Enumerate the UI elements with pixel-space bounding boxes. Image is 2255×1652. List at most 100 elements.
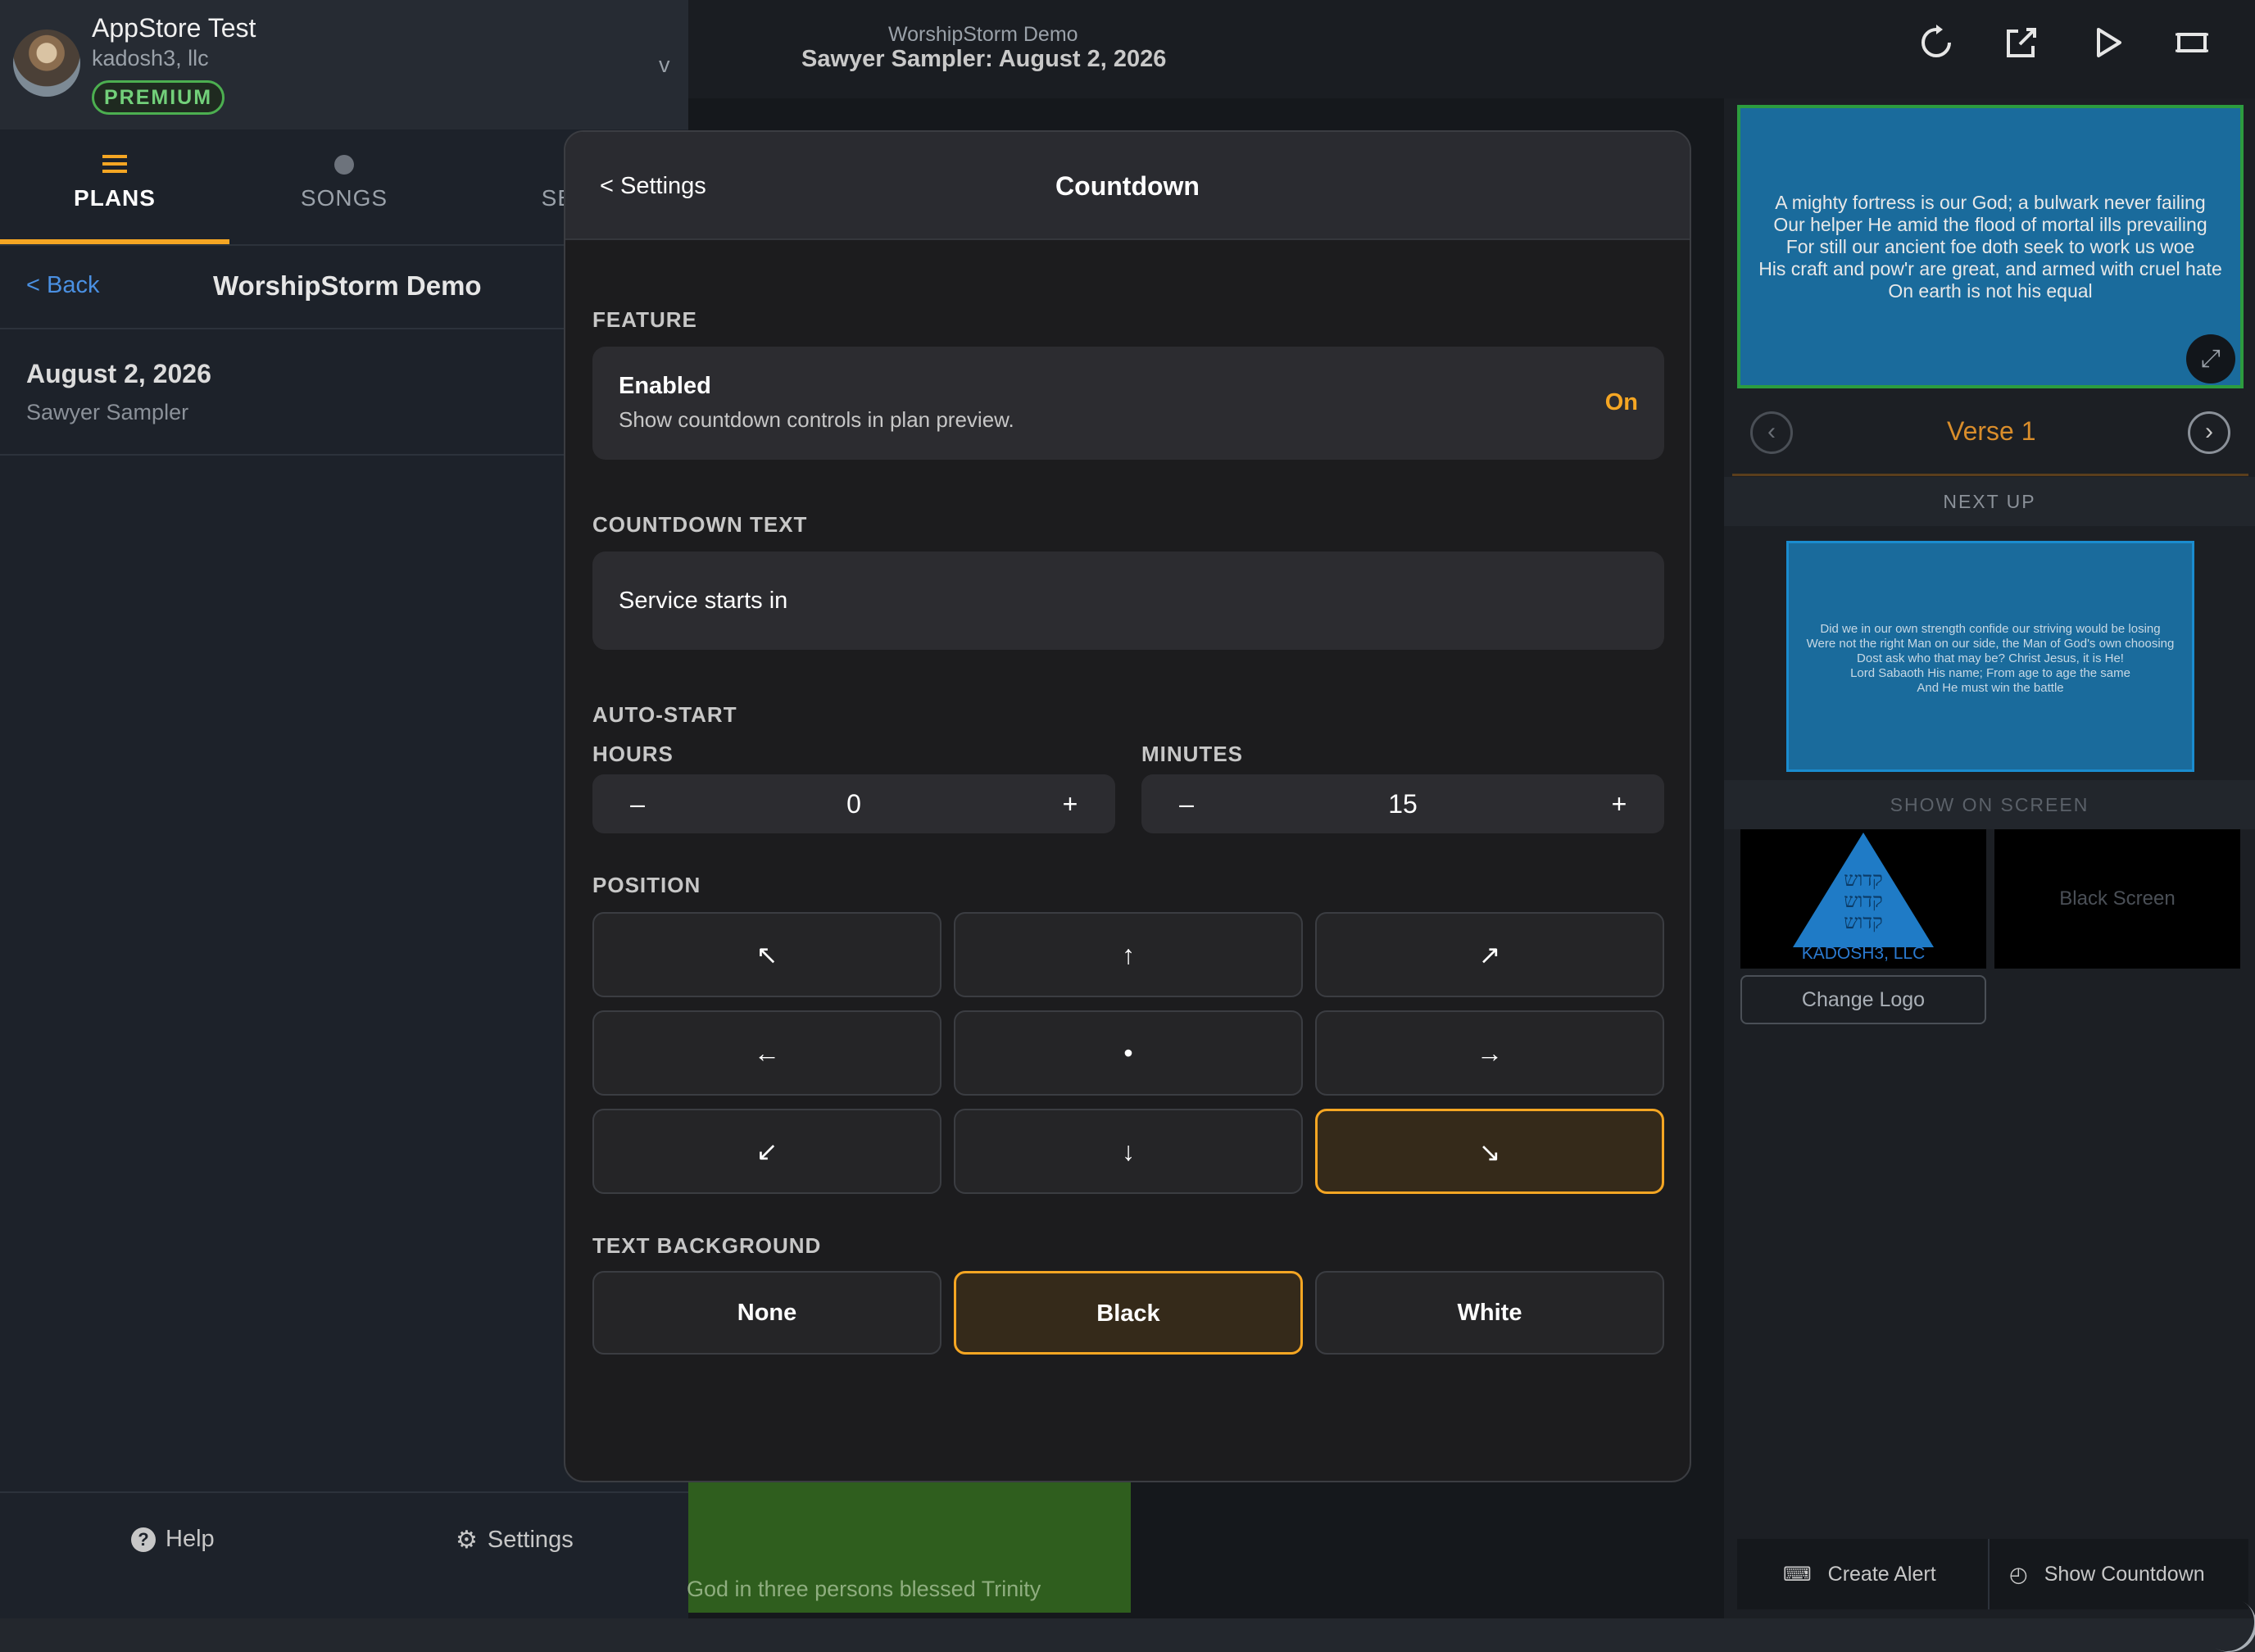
countdown-text-label: COUNTDOWN TEXT bbox=[592, 512, 808, 537]
account-name: AppStore Test bbox=[92, 13, 256, 43]
lyric-line: On earth is not his equal bbox=[1888, 280, 2093, 302]
enabled-state[interactable]: On bbox=[1605, 389, 1638, 416]
position-bottom-left-button[interactable]: ↙ bbox=[592, 1109, 941, 1194]
account-org: kadosh3, llc bbox=[92, 46, 209, 70]
create-alert-button[interactable]: ⌨ Create Alert bbox=[1783, 1539, 1936, 1609]
lyric-line: And He must win the battle bbox=[1917, 681, 2064, 695]
show-on-screen-header: SHOW ON SCREEN bbox=[1724, 780, 2255, 829]
logo-hebrew-line: קדוש bbox=[1844, 889, 1883, 912]
bottom-strip bbox=[0, 1618, 2255, 1652]
text-background-label: TEXT BACKGROUND bbox=[592, 1233, 822, 1258]
help-icon: ? bbox=[131, 1527, 156, 1552]
top-bar-subtitle: WorshipStorm Demo bbox=[888, 23, 1078, 46]
hours-decrement-button[interactable]: – bbox=[592, 774, 683, 833]
enabled-toggle-row[interactable]: Enabled Show countdown controls in plan … bbox=[592, 347, 1664, 460]
create-alert-label: Create Alert bbox=[1827, 1562, 1936, 1586]
position-top-left-button[interactable]: ↖ bbox=[592, 912, 941, 997]
external-edit-icon[interactable] bbox=[2001, 25, 2042, 66]
divider bbox=[0, 454, 574, 456]
hours-increment-button[interactable]: + bbox=[1025, 774, 1115, 833]
minutes-label: MINUTES bbox=[1141, 742, 1243, 766]
lyric-line: Dost ask who that may be? Christ Jesus, … bbox=[1857, 651, 2124, 665]
divider bbox=[1732, 474, 2248, 476]
position-top-center-button[interactable]: ↑ bbox=[954, 912, 1303, 997]
lyric-line: Lord Sabaoth His name; From age to age t… bbox=[1850, 666, 2130, 680]
live-slide-text: A mighty fortress is our God; a bulwark … bbox=[1740, 192, 2240, 302]
enabled-title: Enabled bbox=[619, 373, 711, 399]
keyboard-icon: ⌨ bbox=[1783, 1563, 1812, 1586]
change-logo-button[interactable]: Change Logo bbox=[1740, 975, 1986, 1024]
modal-title: Countdown bbox=[1055, 171, 1200, 201]
position-bottom-center-button[interactable]: ↓ bbox=[954, 1109, 1303, 1194]
black-screen-tile[interactable]: Black Screen bbox=[1994, 829, 2240, 969]
settings-button[interactable]: ⚙ Settings bbox=[456, 1526, 574, 1554]
account-header[interactable]: AppStore Test kadosh3, llc PREMIUM v bbox=[0, 0, 688, 129]
screen-icon[interactable] bbox=[2171, 25, 2212, 66]
back-link[interactable]: < Back bbox=[26, 272, 99, 299]
hours-value[interactable]: 0 bbox=[683, 774, 1025, 833]
expand-icon[interactable]: ⤢ bbox=[2186, 334, 2235, 384]
premium-badge: PREMIUM bbox=[92, 80, 225, 115]
avatar bbox=[13, 30, 80, 97]
text-bg-white-button[interactable]: White bbox=[1315, 1271, 1664, 1355]
position-middle-right-button[interactable]: → bbox=[1315, 1010, 1664, 1096]
dot-icon bbox=[229, 148, 459, 182]
tab-songs[interactable]: SONGS bbox=[229, 129, 459, 246]
countdown-text-input[interactable]: Service starts in bbox=[592, 551, 1664, 650]
slide-thumbnail-text: God in three persons blessed Trinity bbox=[687, 1577, 1041, 1601]
position-middle-left-button[interactable]: ← bbox=[592, 1010, 941, 1096]
show-countdown-label: Show Countdown bbox=[2044, 1562, 2205, 1586]
hours-label: HOURS bbox=[592, 742, 674, 766]
text-bg-black-button[interactable]: Black bbox=[954, 1271, 1303, 1355]
next-slide-text: Did we in our own strength confide our s… bbox=[1789, 622, 2192, 696]
minutes-decrement-button[interactable]: – bbox=[1141, 774, 1232, 833]
minutes-increment-button[interactable]: + bbox=[1574, 774, 1664, 833]
logo-hebrew-text: קדוש קדוש קדוש bbox=[1790, 869, 1937, 933]
sidebar-footer: ? Help ⚙ Settings bbox=[0, 1491, 688, 1590]
plan-name[interactable]: Sawyer Sampler bbox=[26, 400, 188, 425]
minutes-stepper: – 15 + bbox=[1141, 774, 1664, 833]
help-label: Help bbox=[166, 1526, 215, 1552]
chevron-down-icon[interactable]: v bbox=[659, 52, 670, 78]
tab-label: SONGS bbox=[300, 185, 388, 211]
plan-list-title: WorshipStorm Demo bbox=[213, 270, 482, 301]
logo-tile[interactable]: קדוש קדוש קדוש KADOSH3, LLC bbox=[1740, 829, 1986, 969]
lyric-line: Did we in our own strength confide our s… bbox=[1820, 622, 2161, 636]
modal-header: < Settings Countdown bbox=[565, 132, 1690, 240]
countdown-modal: < Settings Countdown FEATURE Enabled Sho… bbox=[564, 130, 1691, 1482]
next-up-header: NEXT UP bbox=[1724, 477, 2255, 526]
lyric-line: A mighty fortress is our God; a bulwark … bbox=[1775, 192, 2206, 213]
lyric-line: His craft and pow'r are great, and armed… bbox=[1758, 258, 2222, 279]
position-bottom-right-button[interactable]: ↘ bbox=[1315, 1109, 1664, 1194]
refresh-icon[interactable] bbox=[1916, 25, 1957, 66]
minutes-value[interactable]: 15 bbox=[1232, 774, 1574, 833]
play-icon[interactable] bbox=[2088, 25, 2129, 66]
help-button[interactable]: ? Help bbox=[131, 1526, 215, 1553]
position-top-right-button[interactable]: ↗ bbox=[1315, 912, 1664, 997]
auto-start-label: AUTO-START bbox=[592, 702, 737, 727]
enabled-description: Show countdown controls in plan preview. bbox=[619, 407, 1014, 432]
logo-hebrew-line: קדוש bbox=[1844, 868, 1883, 891]
hours-stepper: – 0 + bbox=[592, 774, 1115, 833]
tab-plans[interactable]: PLANS bbox=[0, 129, 229, 246]
feature-label: FEATURE bbox=[592, 307, 697, 332]
show-countdown-button[interactable]: ◴ Show Countdown bbox=[2009, 1539, 2205, 1609]
tab-active-indicator bbox=[0, 239, 229, 244]
next-slide[interactable]: Did we in our own strength confide our s… bbox=[1786, 541, 2194, 772]
lyric-line: For still our ancient foe doth seek to w… bbox=[1785, 236, 2195, 257]
logo-hebrew-line: קדוש bbox=[1844, 910, 1883, 933]
chevron-right-icon[interactable]: › bbox=[2188, 411, 2230, 454]
verse-label: Verse 1 bbox=[1947, 416, 2036, 446]
live-slide[interactable]: A mighty fortress is our God; a bulwark … bbox=[1737, 105, 2244, 388]
text-bg-none-button[interactable]: None bbox=[592, 1271, 941, 1355]
chevron-left-icon[interactable]: ‹ bbox=[1750, 411, 1793, 454]
position-center-button[interactable]: • bbox=[954, 1010, 1303, 1096]
clock-icon: ◴ bbox=[2009, 1561, 2028, 1586]
top-bar-title: Sawyer Sampler: August 2, 2026 bbox=[801, 46, 1167, 72]
plan-date[interactable]: August 2, 2026 bbox=[26, 359, 211, 389]
divider bbox=[1988, 1539, 1990, 1609]
divider bbox=[0, 328, 574, 329]
lyric-line: Our helper He amid the flood of mortal i… bbox=[1773, 214, 2207, 235]
lyric-line: Were not the right Man on our side, the … bbox=[1806, 637, 2175, 651]
tab-label: PLANS bbox=[74, 185, 156, 211]
